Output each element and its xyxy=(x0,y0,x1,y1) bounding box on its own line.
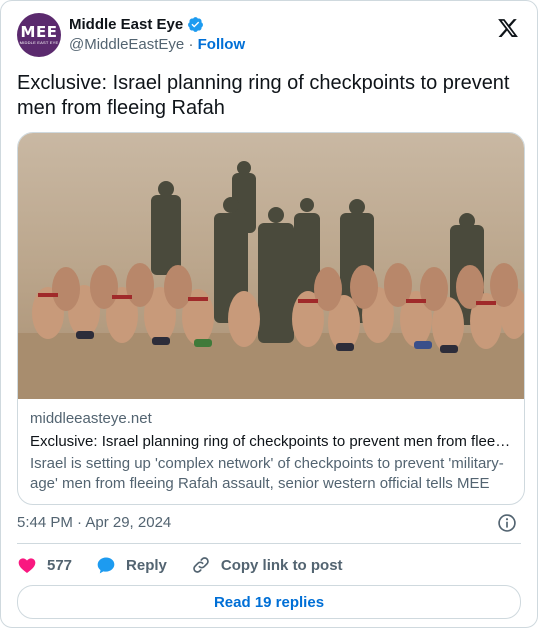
likes-count: 577 xyxy=(47,556,73,574)
reply-button[interactable]: Reply xyxy=(96,555,167,575)
link-info: middleeasteye.net Exclusive: Israel plan… xyxy=(30,409,512,494)
reply-label: Reply xyxy=(126,556,167,574)
divider xyxy=(17,543,521,544)
link-domain: middleeasteye.net xyxy=(30,410,152,427)
x-logo-icon[interactable] xyxy=(497,17,519,39)
link-title: Exclusive: Israel planning ring of check… xyxy=(30,433,512,450)
link-description: Israel is setting up 'complex network' o… xyxy=(30,455,504,492)
tweet-header: MEE MIDDLE EAST EYE Middle East Eye @Mid… xyxy=(17,13,521,57)
author-name[interactable]: Middle East Eye xyxy=(69,15,183,34)
avatar[interactable]: MEE MIDDLE EAST EYE xyxy=(17,13,61,57)
like-button[interactable]: 577 xyxy=(17,555,72,575)
timestamp[interactable]: 5:44 PM · Apr 29, 2024 xyxy=(17,514,171,531)
author-handle[interactable]: @MiddleEastEye xyxy=(69,36,184,53)
avatar-logo-text: MEE xyxy=(20,22,58,41)
tweet-text: Exclusive: Israel planning ring of check… xyxy=(17,72,510,119)
article-photo xyxy=(18,133,524,399)
info-icon[interactable] xyxy=(497,513,517,533)
author-info: Middle East Eye @MiddleEastEye · Follow xyxy=(69,15,245,55)
action-bar: 577 Reply Copy link to post xyxy=(17,553,367,577)
read-replies-button[interactable]: Read 19 replies xyxy=(17,585,521,619)
heart-icon xyxy=(18,558,36,573)
follow-button[interactable]: Follow xyxy=(198,36,246,53)
avatar-logo-subtext: MIDDLE EAST EYE xyxy=(19,39,59,45)
reply-bubble-icon xyxy=(97,557,115,574)
copy-link-label: Copy link to post xyxy=(220,556,343,574)
read-replies-label: Read 19 replies xyxy=(213,593,325,611)
verified-badge-icon xyxy=(188,17,204,32)
separator-dot: · xyxy=(188,36,198,53)
copy-link-button[interactable]: Copy link to post xyxy=(191,555,343,575)
tweet-embed-card: MEE MIDDLE EAST EYE Middle East Eye @Mid… xyxy=(0,0,538,628)
link-preview-card[interactable]: middleeasteye.net Exclusive: Israel plan… xyxy=(17,132,525,505)
link-icon xyxy=(193,557,209,573)
